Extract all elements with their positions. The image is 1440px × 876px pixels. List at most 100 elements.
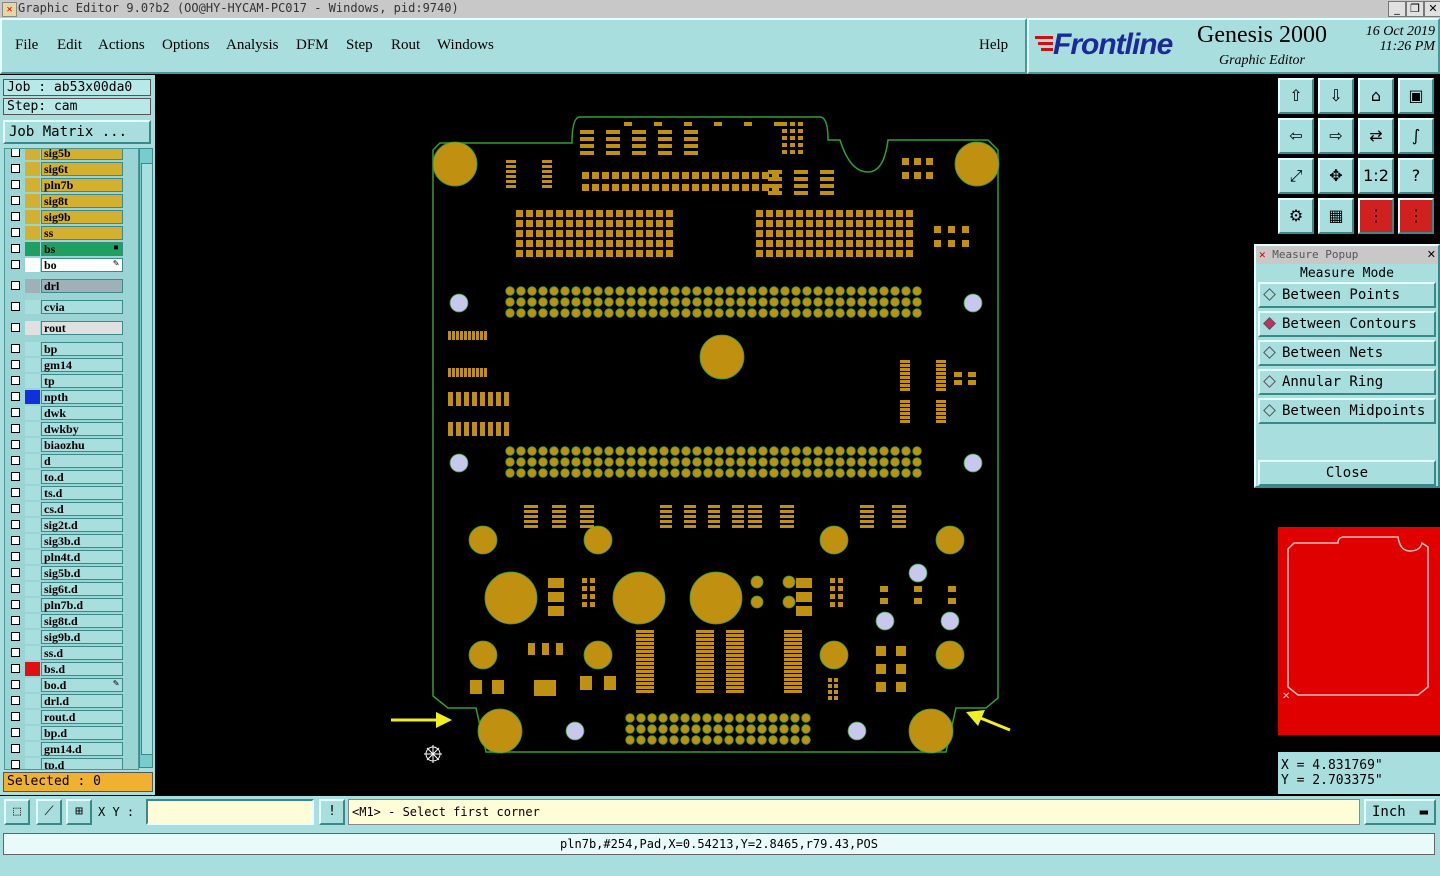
close-window-button[interactable]: ✕ — [1424, 1, 1440, 17]
measure-option[interactable]: Between Midpoints — [1258, 398, 1436, 424]
layer-checkbox[interactable] — [11, 712, 20, 721]
grid-snap-icon[interactable]: ⊞ — [66, 799, 92, 825]
layer-color-swatch[interactable] — [25, 194, 40, 208]
snap-diagonal-icon[interactable]: ⟋ — [36, 799, 62, 825]
layer-row[interactable]: sig8t.d — [5, 613, 138, 629]
layer-color-swatch[interactable] — [25, 582, 40, 596]
layer-name[interactable]: cvia — [41, 300, 123, 314]
layer-row[interactable]: sig3b.d — [5, 533, 138, 549]
pcb-canvas[interactable] — [155, 75, 1276, 796]
layer-checkbox[interactable] — [11, 536, 20, 545]
layer-checkbox[interactable] — [11, 760, 20, 769]
layer-name[interactable]: sig9b.d — [41, 630, 123, 644]
pan-center-icon[interactable]: ✥ — [1318, 158, 1354, 194]
layer-color-swatch[interactable] — [25, 358, 40, 372]
layer-row[interactable]: bo.d ✎ — [5, 677, 138, 693]
layer-checkbox[interactable] — [11, 616, 20, 625]
layer-color-swatch[interactable] — [25, 678, 40, 692]
layer-name[interactable]: bp.d — [41, 726, 123, 740]
layer-checkbox[interactable] — [11, 424, 20, 433]
layer-checkbox[interactable] — [11, 488, 20, 497]
layer-checkbox[interactable] — [11, 323, 20, 332]
layer-color-swatch[interactable] — [25, 422, 40, 436]
layer-color-swatch[interactable] — [25, 486, 40, 500]
layer-name[interactable]: pln4t.d — [41, 550, 123, 564]
layer-checkbox[interactable] — [11, 376, 20, 385]
menu-windows[interactable]: Windows — [437, 37, 494, 54]
minimize-button[interactable]: _ — [1388, 1, 1406, 17]
layer-name[interactable]: ss — [41, 226, 123, 240]
layer-name[interactable]: sig6t — [41, 162, 123, 176]
layer-name[interactable]: sig5b.d — [41, 566, 123, 580]
board-preview[interactable]: ✕ — [1278, 527, 1440, 735]
layer-row[interactable]: bs.d — [5, 661, 138, 677]
layer-row[interactable]: ts.d — [5, 485, 138, 501]
layer-name[interactable]: pln7b.d — [41, 598, 123, 612]
menu-step[interactable]: Step — [346, 37, 373, 54]
layer-name[interactable]: sig8t — [41, 194, 123, 208]
menu-actions[interactable]: Actions — [98, 37, 145, 54]
layer-checkbox[interactable] — [11, 212, 20, 221]
job-matrix-button[interactable]: Job Matrix ... — [3, 120, 151, 144]
measure-option[interactable]: Between Nets — [1258, 340, 1436, 366]
layer-color-swatch[interactable] — [25, 258, 40, 272]
layer-row[interactable]: bp.d — [5, 725, 138, 741]
layer-color-swatch[interactable] — [25, 502, 40, 516]
layer-color-swatch[interactable] — [25, 630, 40, 644]
layer-checkbox[interactable] — [11, 472, 20, 481]
layer-checkbox[interactable] — [11, 664, 20, 673]
layer-name[interactable]: tp.d — [41, 758, 123, 769]
unit-select[interactable]: Inch ▬ — [1364, 799, 1436, 825]
menu-rout[interactable]: Rout — [391, 37, 420, 54]
layer-row[interactable]: ss.d — [5, 645, 138, 661]
layer-row[interactable]: tp.d — [5, 757, 138, 769]
layer-name[interactable]: tp — [41, 374, 123, 388]
layer-name[interactable]: gm14.d — [41, 742, 123, 756]
help-icon[interactable]: ? — [1398, 158, 1434, 194]
layer-checkbox[interactable] — [11, 344, 20, 353]
layer-checkbox[interactable] — [11, 568, 20, 577]
layer-row[interactable]: rout — [5, 320, 138, 336]
layer-row[interactable]: sig9b — [5, 209, 138, 225]
layer-color-swatch[interactable] — [25, 149, 40, 160]
layer-color-swatch[interactable] — [25, 178, 40, 192]
layer-color-swatch[interactable] — [25, 342, 40, 356]
measure-option[interactable]: Between Points — [1258, 282, 1436, 308]
layer-name[interactable]: bp — [41, 342, 123, 356]
layer-checkbox[interactable] — [11, 360, 20, 369]
layer-checkbox[interactable] — [11, 260, 20, 269]
layer-name[interactable]: d — [41, 454, 123, 468]
layer-checkbox[interactable] — [11, 456, 20, 465]
layer-color-swatch[interactable] — [25, 550, 40, 564]
layer-row[interactable]: sig5b.d — [5, 565, 138, 581]
layer-checkbox[interactable] — [11, 552, 20, 561]
layer-color-swatch[interactable] — [25, 646, 40, 660]
layer-color-swatch[interactable] — [25, 598, 40, 612]
zoom-back-icon[interactable]: ⇦ — [1278, 118, 1314, 154]
measure-option[interactable]: Between Contours — [1258, 311, 1436, 337]
scale-1-2-icon[interactable]: 1:2 — [1358, 158, 1394, 194]
layer-name[interactable]: sig9b — [41, 210, 123, 224]
exclamation-icon[interactable]: ! — [319, 799, 345, 825]
layer-row[interactable]: sig9b.d — [5, 629, 138, 645]
layer-color-swatch[interactable] — [25, 470, 40, 484]
layer-row[interactable]: sig2t.d — [5, 517, 138, 533]
layer-checkbox[interactable] — [11, 632, 20, 641]
layer-checkbox[interactable] — [11, 744, 20, 753]
layer-checkbox[interactable] — [11, 648, 20, 657]
layer-color-swatch[interactable] — [25, 710, 40, 724]
snap-corner-icon[interactable]: ⬚ — [4, 799, 30, 825]
layer-checkbox[interactable] — [11, 696, 20, 705]
layer-checkbox[interactable] — [11, 584, 20, 593]
layer-name[interactable]: biaozhu — [41, 438, 123, 452]
layer-color-swatch[interactable] — [25, 614, 40, 628]
layer-name[interactable]: drl — [41, 279, 123, 293]
scrollbar-thumb[interactable] — [141, 163, 153, 755]
layer-checkbox[interactable] — [11, 180, 20, 189]
layer-color-swatch[interactable] — [25, 662, 40, 676]
layer-color-swatch[interactable] — [25, 210, 40, 224]
layer-name[interactable]: sig6t.d — [41, 582, 123, 596]
zoom-forward-icon[interactable]: ⇨ — [1318, 118, 1354, 154]
layer-color-swatch[interactable] — [25, 300, 40, 314]
layer-name[interactable]: sig2t.d — [41, 518, 123, 532]
